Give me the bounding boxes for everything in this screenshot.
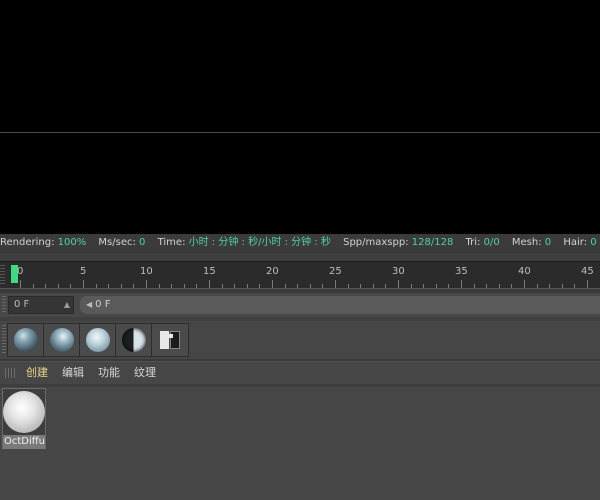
timeline-tick (284, 284, 286, 288)
status-mssec: Ms/sec: 0 (98, 237, 146, 248)
timeline-tick (335, 280, 336, 288)
material-preset-button-4[interactable] (116, 324, 152, 356)
frame-range-slider[interactable]: ◀ 0 F (80, 296, 600, 314)
timeline-label: 15 (203, 266, 216, 277)
render-viewport[interactable] (0, 0, 600, 234)
status-hair: Hair: 0 (563, 237, 597, 248)
timeline-tick (246, 284, 248, 288)
material-preset-button-3[interactable] (80, 324, 116, 356)
timeline-tick (272, 280, 273, 288)
timeline-tick (372, 284, 374, 288)
timeline-label: 20 (266, 266, 279, 277)
timeline-tick (297, 284, 299, 288)
menu-item-texture[interactable]: 纹理 (134, 362, 156, 384)
material-name: OctDiffuse (3, 435, 45, 449)
toolbar-grip[interactable] (2, 325, 6, 355)
timeline-label: 35 (455, 266, 468, 277)
timeline-tick (146, 280, 147, 288)
material-item[interactable]: OctDiffuse (2, 388, 46, 449)
timeline-ruler[interactable]: 0 5 10 15 20 25 30 35 40 45 (0, 261, 600, 289)
timeline-tick (20, 280, 21, 288)
timeline-label: 5 (80, 266, 87, 277)
timeline-tick (183, 284, 185, 288)
material-cube-icon (157, 327, 183, 353)
material-thumbnail (3, 389, 45, 435)
timeline-tick (423, 284, 425, 288)
timeline-tick (410, 284, 412, 288)
separator (0, 252, 600, 261)
timeline-tick (360, 284, 362, 288)
material-toolbar (0, 321, 600, 359)
frame-range-bar: 0 F ▲▼ ◀0 F (0, 293, 600, 325)
timeline-tick (536, 284, 538, 288)
slider-left-arrow-icon[interactable]: ◀ (86, 300, 92, 309)
timeline-tick (435, 284, 437, 288)
timeline-tick (57, 284, 59, 288)
mix-sphere-icon (121, 328, 146, 352)
current-frame-value: 0 F (14, 299, 30, 310)
timeline-tick (95, 284, 97, 288)
timeline-label: 0 (17, 266, 24, 277)
viewport-divider (0, 132, 600, 133)
material-preset-button-1[interactable] (8, 324, 44, 356)
material-preset-button-2[interactable] (44, 324, 80, 356)
status-tri: Tri: 0/0 (465, 237, 500, 248)
timeline-tick (158, 284, 160, 288)
timeline-tick (486, 284, 488, 288)
glossy-sphere-icon (49, 328, 74, 352)
slider-frame-value: 0 F (95, 299, 111, 310)
render-status-bar: Rendering: 100% Ms/sec: 0 Time: 小时 : 分钟 … (0, 234, 600, 252)
timeline-tick (385, 284, 387, 288)
menu-item-function[interactable]: 功能 (98, 362, 120, 384)
material-manager-menu: 创建 编辑 功能 纹理 (0, 362, 600, 384)
timeline-tick (45, 284, 47, 288)
timeline-tick (511, 284, 513, 288)
timeline-label: 45 (581, 266, 594, 277)
timeline-tick (221, 284, 223, 288)
timeline-tick (209, 280, 210, 288)
timeline-label: 30 (392, 266, 405, 277)
timeline-tick (587, 280, 588, 288)
timeline-tick (461, 280, 462, 288)
timeline-tick (196, 284, 198, 288)
timeline-tick (83, 280, 84, 288)
timeline-tick (32, 284, 34, 288)
timeline-tick (234, 284, 236, 288)
material-ball-icon (3, 391, 45, 433)
status-mesh: Mesh: 0 (511, 237, 552, 248)
timeline-label: 10 (140, 266, 153, 277)
timeline-tick (322, 284, 324, 288)
timeline-tick (309, 284, 311, 288)
timeline-tick (171, 284, 173, 288)
menu-grip[interactable] (5, 368, 17, 378)
current-frame-field[interactable]: 0 F ▲▼ (8, 296, 74, 325)
status-spp: Spp/maxspp: 128/128 (343, 237, 454, 248)
menu-item-create[interactable]: 创建 (26, 362, 48, 384)
timeline-tick (524, 280, 525, 288)
status-time: Time: 小时 : 分钟 : 秒/小时 : 分钟 : 秒 (157, 237, 331, 248)
specular-sphere-icon (85, 328, 110, 352)
timeline-tick (259, 284, 261, 288)
material-list-area: OctDiffuse (0, 387, 600, 500)
timeline-tick (108, 284, 110, 288)
timeline-tick (498, 284, 500, 288)
range-grip[interactable] (2, 296, 6, 314)
timeline-tick (574, 284, 576, 288)
timeline-tick (398, 280, 399, 288)
material-preset-button-5[interactable] (152, 324, 188, 356)
timeline-tick (448, 284, 450, 288)
timeline-label: 40 (518, 266, 531, 277)
status-rendering: Rendering: 100% (0, 237, 87, 248)
timeline-tick (561, 284, 563, 288)
sphere-icon (13, 328, 38, 352)
timeline-grip[interactable] (0, 265, 5, 285)
timeline-tick (70, 284, 72, 288)
timeline-tick (120, 284, 122, 288)
timeline-tick (347, 284, 349, 288)
timeline-tick (473, 284, 475, 288)
menu-item-edit[interactable]: 编辑 (62, 362, 84, 384)
timeline-tick (133, 284, 135, 288)
timeline-label: 25 (329, 266, 342, 277)
timeline-tick (549, 284, 551, 288)
